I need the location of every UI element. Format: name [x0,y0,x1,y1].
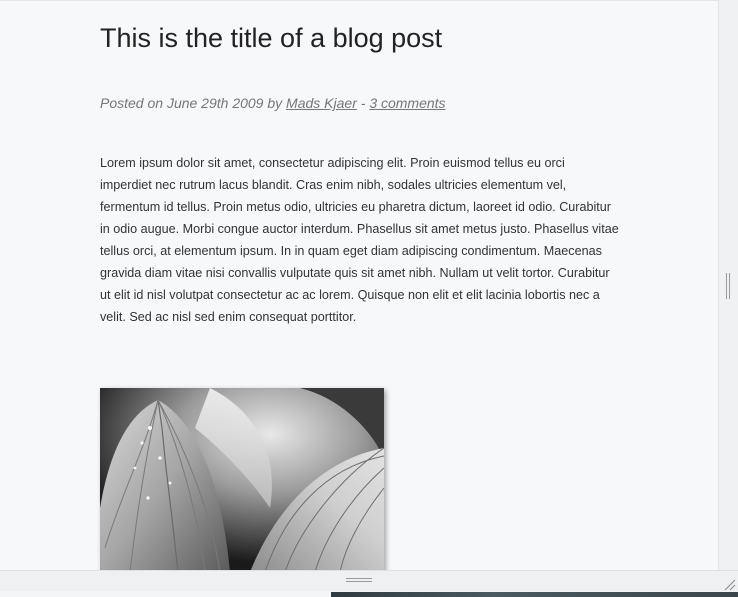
post-image [100,388,384,570]
drag-handle-horizontal-icon[interactable] [346,578,372,584]
drag-handle-vertical-icon[interactable] [726,273,731,299]
post-title: This is the title of a blog post [100,23,443,53]
flower-petal-photo [100,388,384,570]
preview-pane: This is the title of a blog post Posted … [0,1,718,570]
author-link[interactable]: Mads Kjaer [286,95,357,111]
app-viewport: This is the title of a blog post Posted … [0,0,738,597]
resize-grip-icon[interactable] [722,577,736,591]
top-border [0,0,718,1]
post-meta: Posted on June 29th 2009 by Mads Kjaer -… [100,95,446,111]
posted-on-text: Posted on June 29th 2009 by [100,95,287,111]
comments-link[interactable]: 3 comments [369,95,445,111]
bottom-strip [0,591,738,597]
post-body: Lorem ipsum dolor sit amet, consectetur … [100,156,619,324]
meta-separator: - [356,95,370,111]
bottom-dark-panel [331,592,738,597]
